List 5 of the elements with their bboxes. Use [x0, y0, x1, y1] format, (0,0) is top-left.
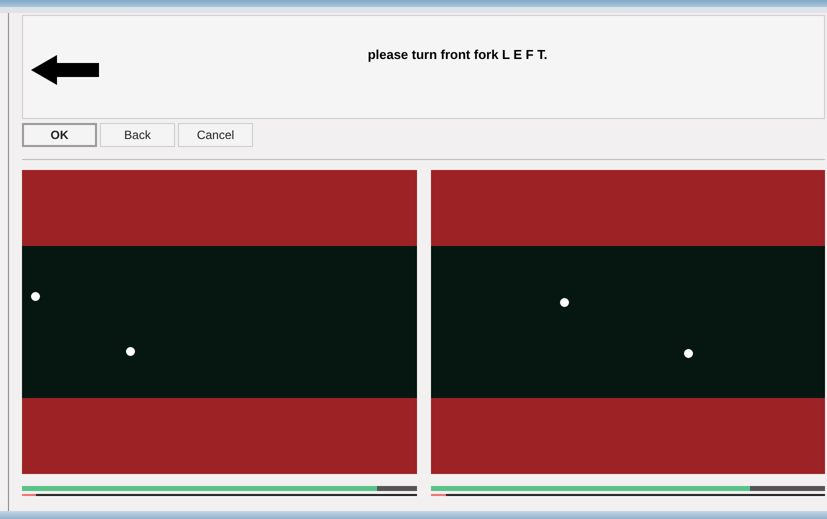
- left-arrow-icon: [31, 55, 99, 85]
- instruction-text: please turn front fork L E F T.: [366, 46, 548, 62]
- dialog-button[interactable]: Back: [100, 123, 175, 147]
- dialog-button[interactable]: Cancel: [178, 123, 253, 147]
- dialog-button[interactable]: OK: [22, 123, 97, 147]
